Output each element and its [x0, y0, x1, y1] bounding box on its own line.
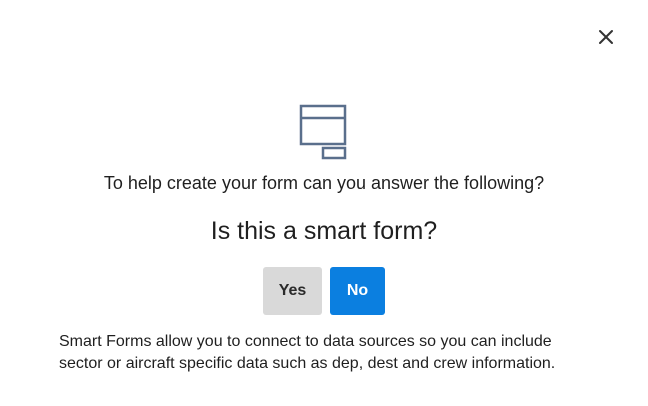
- info-line-1: Smart Forms allow you to connect to data…: [59, 333, 552, 350]
- smart-form-dialog: To help create your form can you answer …: [0, 0, 648, 406]
- close-button[interactable]: [594, 25, 618, 49]
- answer-buttons: Yes No: [263, 267, 385, 315]
- close-icon: [599, 30, 613, 44]
- form-icon: [299, 104, 347, 160]
- info-line-2: sector or aircraft specific data such as…: [59, 355, 556, 372]
- no-button[interactable]: No: [330, 267, 385, 315]
- prompt-text: To help create your form can you answer …: [103, 173, 545, 193]
- info-text: Smart Forms allow you to connect to data…: [59, 331, 619, 375]
- question-heading: Is this a smart form?: [210, 217, 438, 245]
- yes-button[interactable]: Yes: [263, 267, 322, 315]
